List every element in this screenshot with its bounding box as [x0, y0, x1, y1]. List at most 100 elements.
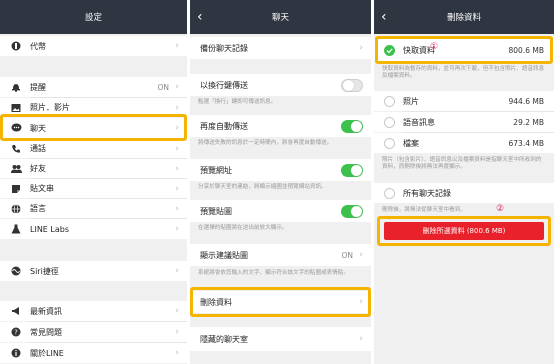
backup-chats-item[interactable]: 備份聊天記錄 › [190, 37, 371, 59]
settings-item-label: 好友 [30, 164, 46, 173]
chevron-right-icon: › [175, 224, 179, 234]
settings-item-news[interactable]: 最新資訊 › [0, 301, 187, 321]
settings-item-about[interactable]: 關於LINE › [0, 343, 187, 363]
delete-data-panel: ‹ 刪除資料 快取資料 800.6 MB ① 快取資料為暫存的資料，並可再次下載… [374, 0, 554, 364]
preview-sticker-desc: 在選擇的貼圖將在送出前放大顯示。 [198, 225, 288, 231]
globe-icon [10, 203, 22, 215]
chevron-right-icon: › [175, 203, 179, 214]
files-size: 673.4 MB [508, 138, 544, 148]
chevron-right-icon: › [175, 82, 179, 92]
highlight-chats [0, 114, 187, 141]
settings-item-label: 語言 [30, 204, 46, 213]
settings-item-coins[interactable]: 代幣 › [0, 36, 187, 56]
voice-item[interactable]: 語音訊息 29.2 MB [374, 112, 554, 132]
chat-navbar: ‹ 聊天 [190, 0, 371, 34]
preview-url-desc: 分享於聊天室的連結，將顯示縮圖並預覽網站資訊。 [198, 184, 327, 190]
chevron-right-icon: › [175, 163, 179, 174]
toggle-knob [343, 79, 354, 91]
phone-icon [10, 143, 22, 155]
backup-label: 備份聊天記錄 [200, 43, 248, 53]
flask-icon [10, 223, 22, 235]
settings-item-siri[interactable]: Siri捷徑 › [0, 261, 187, 281]
chat-settings-panel: ‹ 聊天 備份聊天記錄 › 以換行鍵傳送 點選「換行」鍵即可傳送訊息。 再度自動… [190, 0, 371, 364]
settings-item-language[interactable]: 語言 › [0, 199, 187, 218]
settings-item-label: 貼文串 [30, 184, 54, 193]
settings-item-calls[interactable]: 通話 › [0, 139, 187, 158]
chat-title: 聊天 [271, 13, 289, 23]
highlight-cache [375, 36, 553, 64]
question-icon: ? [10, 326, 22, 338]
chevron-right-icon: › [175, 41, 179, 51]
auto-resend-item: 再度自動傳送 [190, 115, 371, 137]
settings-item-faq[interactable]: ? 常見問題 › [0, 322, 187, 342]
settings-item-label: 代幣 [30, 41, 46, 51]
media-desc: 照片（包含影片）、語音訊息以及檔案資料是指聊天室中所收到的資料，而刪除後將無法再… [382, 157, 542, 170]
chevron-right-icon: › [175, 266, 179, 276]
settings-item-label: Siri捷徑 [30, 266, 59, 276]
chevron-right-icon: › [175, 306, 179, 316]
preview-url-item: 預覽網址 [190, 159, 371, 181]
people-icon [10, 163, 22, 175]
hidden-chats-label: 隱藏的聊天室 [200, 334, 248, 344]
photos-item[interactable]: 照片 944.6 MB [374, 91, 554, 111]
settings-item-label: 最新資訊 [30, 306, 62, 316]
back-icon[interactable]: ‹ [381, 8, 395, 26]
toggle-knob [351, 120, 362, 132]
preview-sticker-item: 預覽貼圖 [190, 200, 371, 222]
circle-icon[interactable] [384, 95, 395, 107]
settings-item-line-labs[interactable]: LINE Labs › [0, 219, 187, 239]
settings-item-timeline[interactable]: 貼文串 › [0, 179, 187, 198]
all-chats-label: 所有聊天記錄 [403, 188, 451, 198]
chevron-right-icon: › [359, 334, 363, 344]
preview-url-toggle[interactable] [341, 163, 363, 177]
chevron-right-icon: › [175, 348, 179, 358]
chevron-right-icon: › [359, 250, 363, 260]
voice-size: 29.2 MB [513, 117, 544, 127]
settings-item-label: 常見問題 [30, 327, 62, 337]
suggest-sticker-item[interactable]: 顯示建議貼圖 ON › [190, 244, 371, 266]
siri-icon [10, 265, 22, 277]
image-icon [10, 102, 22, 114]
suggest-sticker-desc: 系統將會依您輸入的文字，顯示符合該文字的貼圖或表情貼。 [198, 270, 350, 276]
auto-resend-toggle[interactable] [341, 119, 363, 133]
all-chats-desc: 刪除後，將無法從聊天室中看到。 [382, 207, 466, 213]
settings-item-label: 通話 [30, 144, 46, 153]
back-icon[interactable]: ‹ [197, 8, 211, 26]
svg-text:?: ? [14, 329, 18, 337]
settings-title: 設定 [84, 13, 102, 23]
cache-desc: 快取資料為暫存的資料，並可再次下載，但不包含照片、語音訊息及檔案資料。 [382, 66, 545, 79]
settings-item-notifications[interactable]: 提醒 ON › [0, 77, 187, 97]
enter-send-desc: 點選「換行」鍵即可傳送訊息。 [198, 99, 277, 105]
chevron-right-icon: › [175, 102, 179, 113]
settings-panel: 設定 代幣 › 提醒 ON › 照片．影片 › 聊天 › 通話 › 好友 › 貼… [0, 0, 187, 364]
chevron-right-icon: › [175, 143, 179, 154]
preview-sticker-toggle[interactable] [341, 204, 363, 218]
chevron-right-icon: › [359, 43, 363, 53]
toggle-knob [351, 205, 362, 217]
circle-icon[interactable] [384, 137, 395, 149]
chevron-right-icon: › [175, 327, 179, 337]
suggest-sticker-value: ON [341, 250, 353, 260]
settings-item-friends[interactable]: 好友 › [0, 159, 187, 178]
bell-icon [10, 81, 22, 93]
all-chats-item[interactable]: 所有聊天記錄 [374, 183, 554, 203]
delete-title: 刪除資料 [446, 13, 481, 23]
settings-item-label: LINE Labs [30, 224, 70, 234]
settings-item-label: 關於LINE [30, 348, 64, 358]
hidden-chats-item[interactable]: 隱藏的聊天室 › [190, 327, 371, 351]
settings-item-value: ON [157, 82, 169, 92]
step-marker-2: ② [496, 204, 505, 214]
circle-icon[interactable] [384, 116, 395, 128]
photos-size: 944.6 MB [508, 96, 544, 106]
highlight-delete-button [377, 216, 551, 246]
files-item[interactable]: 檔案 673.4 MB [374, 133, 554, 153]
settings-navbar: 設定 [0, 0, 187, 34]
enter-send-toggle[interactable] [341, 78, 363, 92]
delete-navbar: ‹ 刪除資料 [374, 0, 554, 34]
settings-item-label: 照片．影片 [30, 103, 70, 112]
auto-resend-desc: 將傳送失敗的訊息於一定時間內，將會再度自動傳送。 [198, 140, 333, 146]
coins-icon [10, 40, 22, 52]
enter-send-item: 以換行鍵傳送 [190, 74, 371, 96]
info-icon [10, 347, 22, 359]
circle-icon[interactable] [384, 187, 395, 199]
